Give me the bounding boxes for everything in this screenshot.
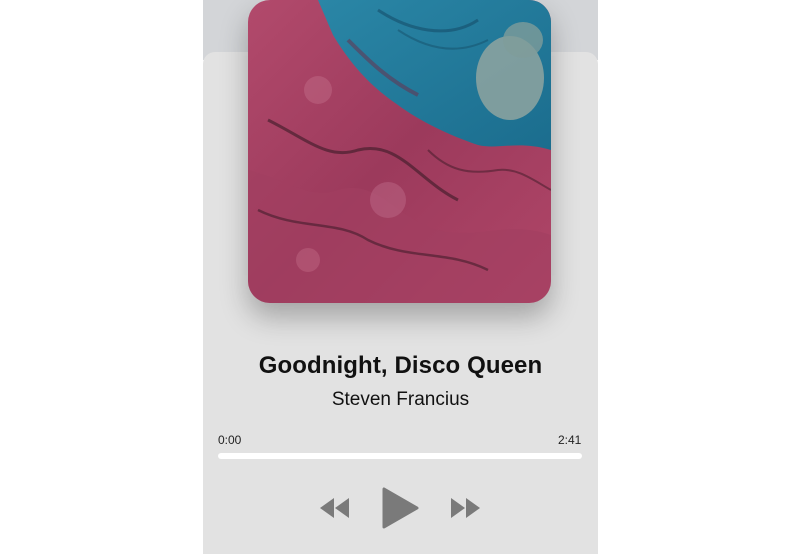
- fast-forward-button[interactable]: [450, 496, 482, 520]
- play-icon: [381, 487, 419, 529]
- album-art: [248, 0, 551, 303]
- progress-bar[interactable]: [218, 453, 582, 459]
- track-title: Goodnight, Disco Queen: [258, 352, 543, 379]
- music-player: Goodnight, Disco Queen Steven Francius 0…: [0, 0, 800, 554]
- rewind-icon: [318, 496, 350, 520]
- total-duration: 2:41: [558, 433, 582, 447]
- rewind-button[interactable]: [318, 496, 350, 520]
- fast-forward-icon: [450, 496, 482, 520]
- play-button[interactable]: [381, 487, 419, 529]
- track-artist: Steven Francius: [331, 389, 470, 410]
- elapsed-time: 0:00: [218, 433, 242, 447]
